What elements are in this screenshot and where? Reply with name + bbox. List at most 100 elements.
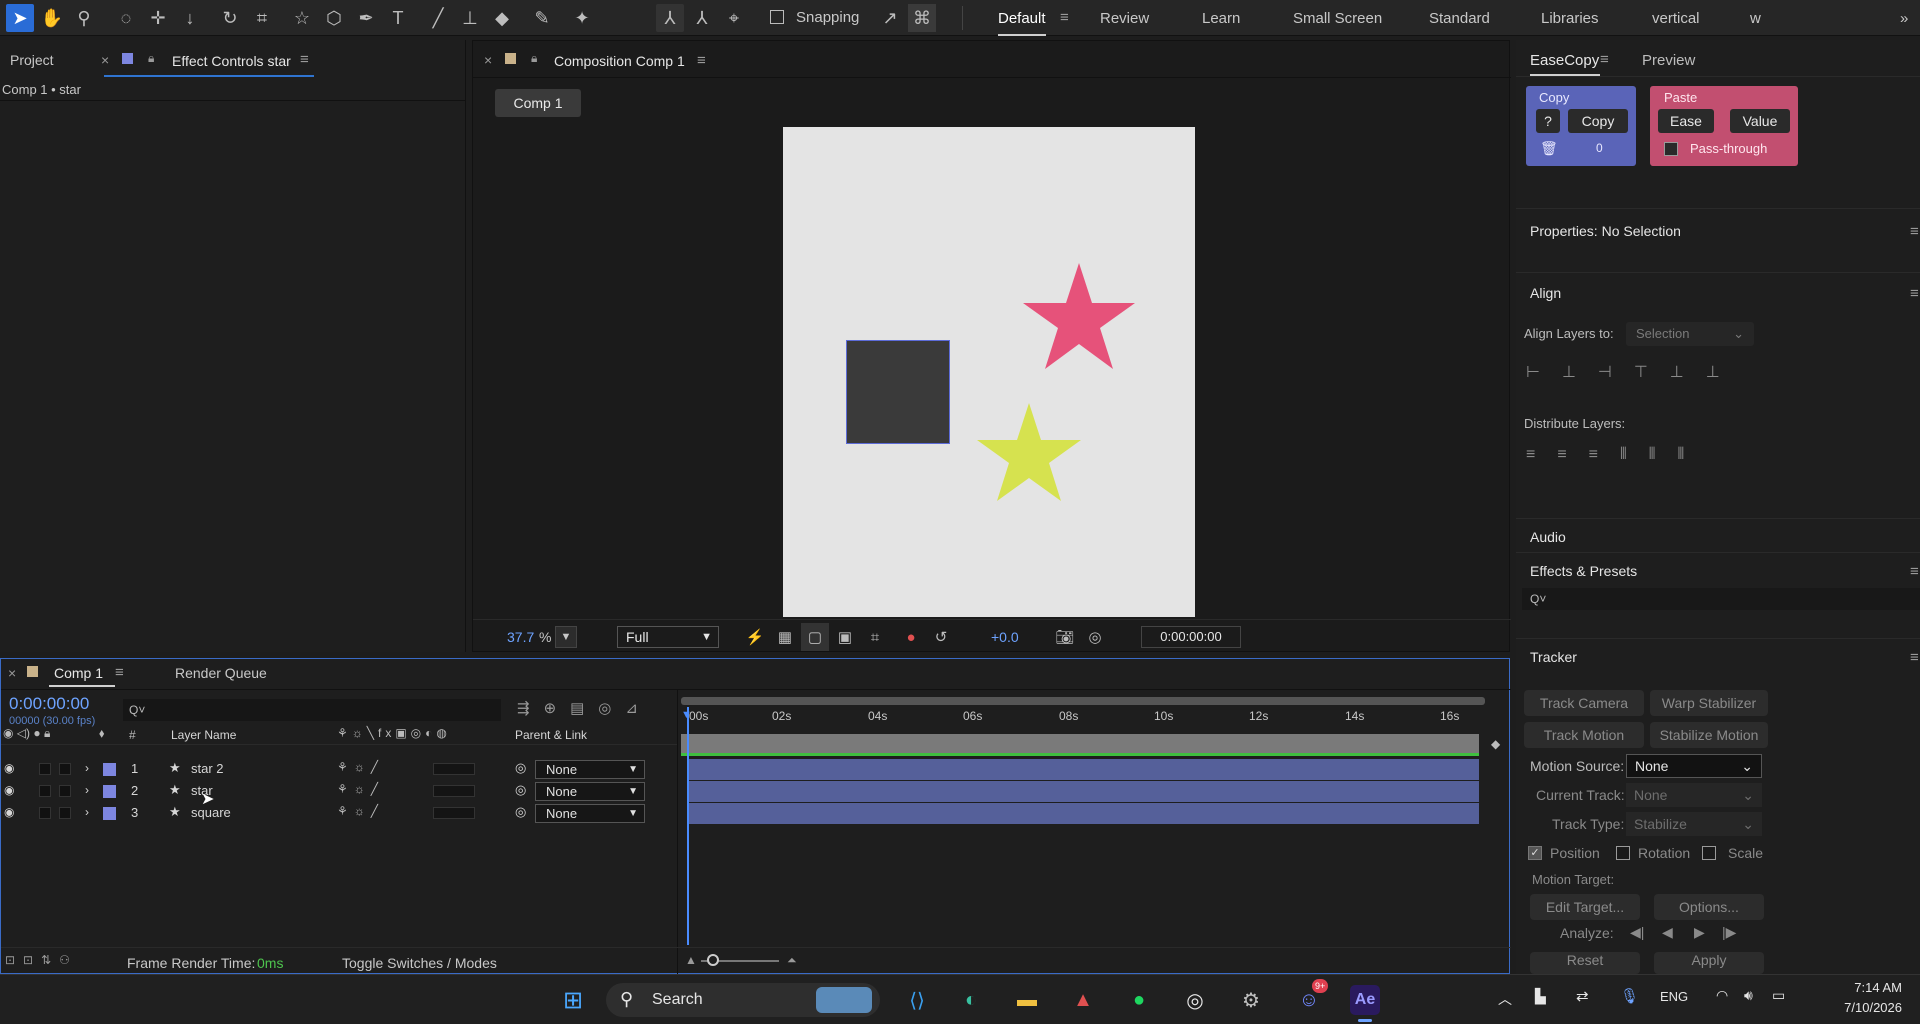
align-menu-icon[interactable]: ≡ — [1910, 285, 1919, 302]
label-tag-icon[interactable]: ⬧ — [99, 726, 104, 741]
current-time-display[interactable]: 0:00:00:00 — [1141, 626, 1241, 648]
close-timeline-icon[interactable]: × — [8, 665, 16, 681]
zoom-slider-handle[interactable] — [707, 954, 719, 966]
layer-mode-switches[interactable] — [433, 807, 475, 819]
layer-switch-icons[interactable]: ⚘☼╱ — [337, 804, 384, 818]
paste-ease-button[interactable]: Ease — [1658, 109, 1714, 133]
resolution-select[interactable]: Full ▼ — [617, 626, 719, 648]
dolly-camera-icon[interactable]: ↓ — [176, 4, 204, 32]
lock-toggle[interactable] — [59, 807, 71, 819]
lock-icon[interactable]: 🔒︎ — [531, 51, 537, 66]
tracker-menu-icon[interactable]: ≡ — [1910, 649, 1919, 666]
zoom-tool-icon[interactable]: ⚲ — [70, 4, 98, 32]
lock-toggle[interactable] — [59, 763, 71, 775]
square-layer[interactable] — [846, 340, 950, 444]
star-shape-tool-icon[interactable]: ☆ — [288, 4, 316, 32]
file-explorer-icon[interactable]: ▬ — [1012, 985, 1042, 1015]
parent-select[interactable]: None ▼ — [535, 804, 645, 823]
warp-stabilizer-button[interactable]: Warp Stabilizer — [1650, 690, 1768, 716]
layer-mode-switches[interactable] — [433, 763, 475, 775]
eraser-tool-icon[interactable]: ◆ — [488, 4, 516, 32]
tray-app-icon[interactable]: ▙ — [1535, 988, 1546, 1005]
pick-whip-icon[interactable]: ◎ — [515, 760, 526, 776]
timeline-search-input[interactable]: Q˅ — [123, 699, 501, 721]
column-parent-link[interactable]: Parent & Link — [515, 728, 587, 742]
clock-date[interactable]: 7/10/2026 — [1818, 1000, 1902, 1015]
battery-icon[interactable]: ▭ — [1772, 987, 1785, 1004]
analyze-forward-frame-icon[interactable]: |▶ — [1722, 924, 1736, 941]
orbit-camera-icon[interactable]: ◌ — [112, 4, 140, 32]
work-area-bar[interactable] — [681, 734, 1479, 754]
align-layers-to-select[interactable]: Selection ⌄ — [1626, 322, 1754, 346]
tab-easecopy[interactable]: EaseCopy — [1530, 52, 1599, 69]
expand-chevron-icon[interactable]: › — [85, 761, 89, 775]
timeline-menu-icon[interactable]: ≡ — [115, 664, 124, 681]
effect-controls-menu-icon[interactable]: ≡ — [300, 51, 309, 68]
align-buttons-row[interactable]: ⊢⊥⊣⊤⊥⊥ — [1526, 362, 1742, 382]
workspace-libraries[interactable]: Libraries — [1541, 10, 1599, 27]
visibility-eye-icon[interactable]: ◉ — [4, 783, 14, 797]
timeline-footer-icons[interactable]: ⊡⊡⇅⚇ — [5, 953, 78, 967]
close-composition-icon[interactable]: × — [484, 52, 492, 68]
layer-duration-bar[interactable] — [687, 781, 1479, 802]
workspace-overflow-icon[interactable]: » — [1900, 10, 1908, 27]
workspace-menu-icon[interactable]: ≡ — [1060, 9, 1069, 26]
settings-gear-icon[interactable]: ⚙ — [1236, 985, 1266, 1015]
visibility-eye-icon[interactable]: ◉ — [4, 805, 14, 819]
parent-select[interactable]: None ▼ — [535, 782, 645, 801]
reset-exposure-icon[interactable]: ↺ — [927, 623, 955, 651]
workspace-vertical[interactable]: vertical — [1652, 10, 1700, 27]
av-switch-icons[interactable]: ◉ ◁) ● 🔒︎ — [3, 726, 50, 741]
pick-whip-icon[interactable]: ◎ — [515, 804, 526, 820]
windows-start-icon[interactable]: ⊞ — [558, 985, 588, 1015]
zoom-in-icon[interactable]: ⏶ — [787, 953, 797, 968]
solo-toggle[interactable] — [39, 785, 51, 797]
current-track-select[interactable]: None ⌄ — [1626, 783, 1762, 807]
brush-tool-icon[interactable]: ╱ — [424, 4, 452, 32]
layer-switch-icons[interactable]: ⚘☼╱ — [337, 782, 384, 796]
layer-row[interactable]: ◉ › 2 ★ star ➤ ⚘☼╱ ◎ None ▼ — [1, 781, 679, 808]
analyze-forward-icon[interactable]: ▶ — [1694, 924, 1705, 941]
scale-checkbox[interactable] — [1702, 846, 1716, 860]
layer-name[interactable]: star 2 — [191, 761, 224, 776]
color-channels-icon[interactable]: ● — [897, 623, 925, 651]
wifi-icon[interactable]: ◠ — [1716, 987, 1728, 1004]
time-navigator-bar[interactable] — [681, 697, 1485, 705]
solo-toggle[interactable] — [39, 807, 51, 819]
passthrough-checkbox[interactable] — [1664, 142, 1678, 156]
analyze-backward-icon[interactable]: ◀ — [1662, 924, 1673, 941]
language-indicator[interactable]: ENG — [1660, 989, 1688, 1004]
trash-icon[interactable]: 🗑︎ — [1540, 140, 1558, 157]
layer-name[interactable]: square — [191, 805, 231, 820]
copy-button[interactable]: Copy — [1568, 109, 1628, 133]
microphone-icon[interactable]: 🎙︎ — [1620, 987, 1639, 1005]
tab-render-queue[interactable]: Render Queue — [175, 665, 267, 681]
visibility-eye-icon[interactable]: ◉ — [4, 761, 14, 775]
label-color-swatch[interactable] — [103, 785, 116, 798]
label-color-swatch[interactable] — [103, 763, 116, 776]
position-checkbox[interactable]: ✓ — [1528, 846, 1542, 860]
distribute-buttons-row[interactable]: ≡≡≡⫴⫴⫴ — [1526, 446, 1706, 464]
vscode-icon[interactable]: ⟨⟩ — [902, 985, 932, 1015]
snapping-checkbox[interactable] — [770, 10, 784, 24]
edit-target-button[interactable]: Edit Target... — [1530, 894, 1640, 920]
snap-features-icon[interactable]: ⌘ — [908, 4, 936, 32]
layer-switch-icons[interactable]: ⚘☼╱ — [337, 760, 384, 774]
time-ruler[interactable]: 00s 02s 04s 06s 08s 10s 12s 14s 16s — [681, 707, 1485, 727]
apply-button[interactable]: Apply — [1654, 952, 1764, 974]
playhead[interactable] — [687, 707, 689, 945]
tab-effect-controls[interactable]: Effect Controls star — [172, 53, 291, 69]
after-effects-icon[interactable]: Ae — [1350, 985, 1380, 1015]
pick-whip-icon[interactable]: ◎ — [515, 782, 526, 798]
timeline-switch-icons[interactable]: ⇶⊕▤◎⊿ — [517, 699, 652, 717]
3d-cube-tool-icon[interactable]: ⬡ — [320, 4, 348, 32]
layer-row[interactable]: ◉ › 1 ★ star 2 ⚘☼╱ ◎ None ▼ — [1, 759, 679, 780]
pen-tool-icon[interactable]: ✒ — [352, 4, 380, 32]
workspace-learn[interactable]: Learn — [1202, 10, 1240, 27]
motion-source-select[interactable]: None ⌄ — [1626, 754, 1762, 778]
anchor-point-tool-icon[interactable]: ⌗ — [248, 4, 276, 32]
snapshot-camera-icon[interactable]: 📷︎ — [1051, 623, 1079, 651]
effects-presets-menu-icon[interactable]: ≡ — [1910, 563, 1919, 580]
reset-button[interactable]: Reset — [1530, 952, 1640, 974]
tray-transfer-icon[interactable]: ⇄ — [1576, 987, 1589, 1005]
